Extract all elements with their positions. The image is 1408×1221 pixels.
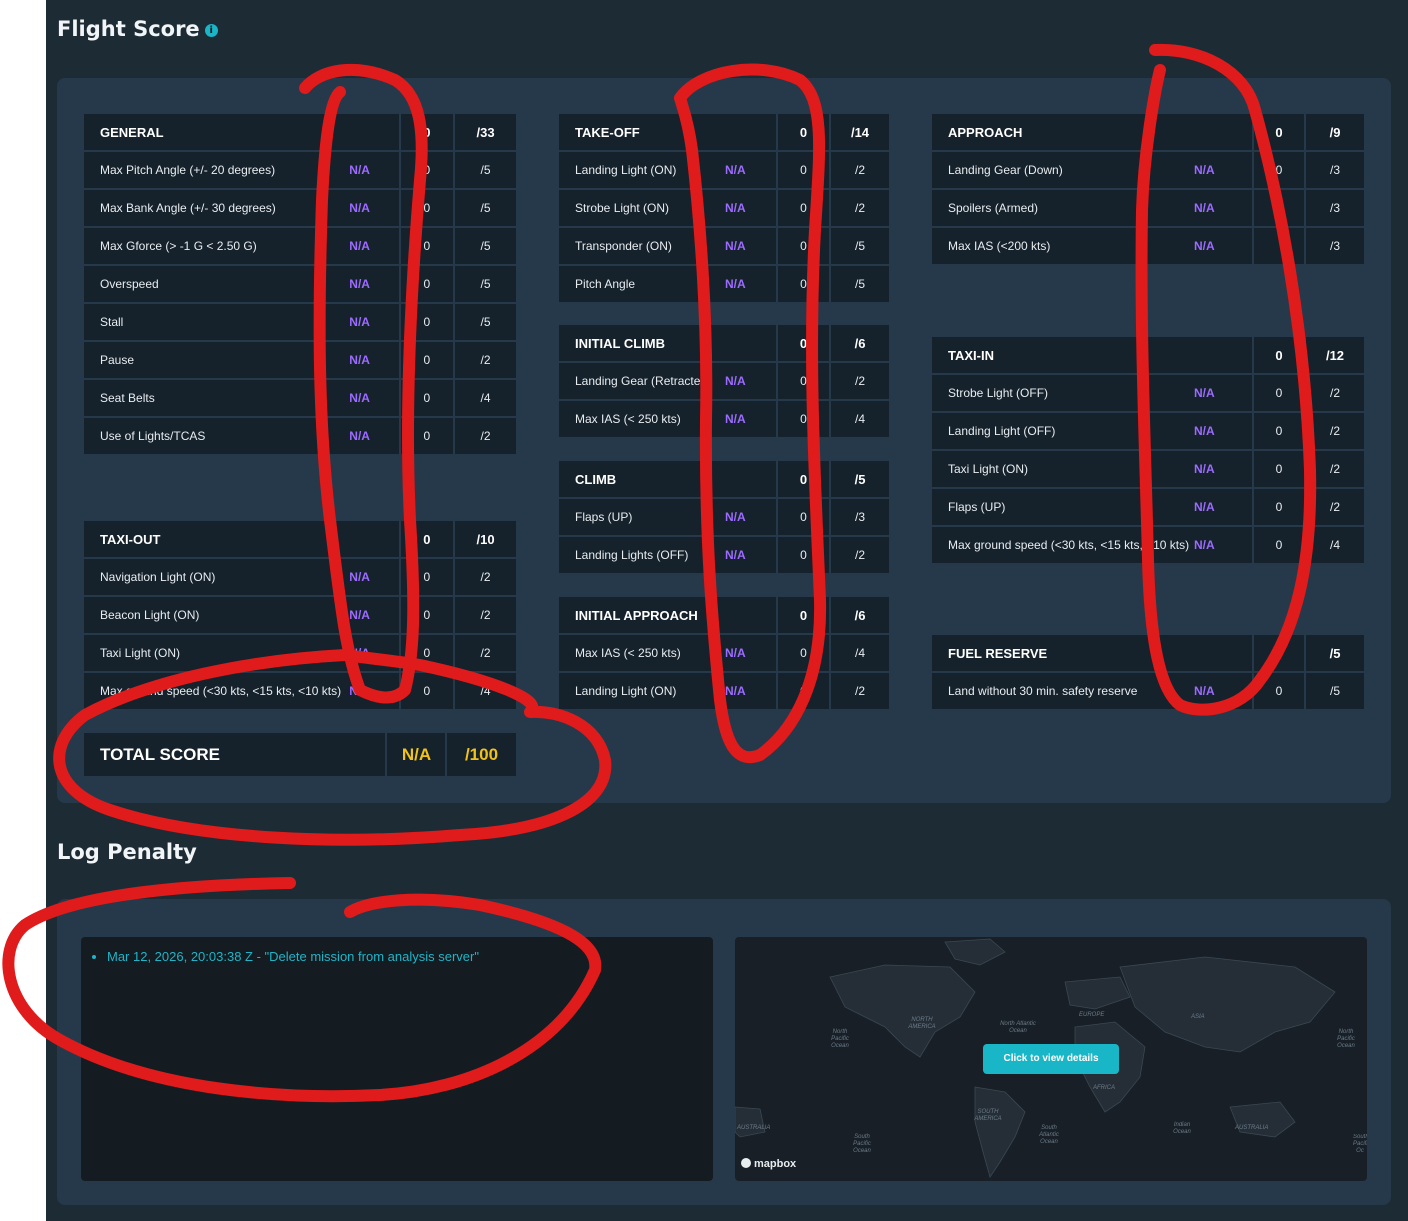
annotation-loop-left [299, 63, 428, 704]
annotation-loop-log [2, 877, 602, 1103]
annotation-loop-middle [674, 63, 827, 763]
annotation-loop-total [53, 649, 612, 846]
red-annotation-marks [2, 43, 1317, 1103]
annotation-loop-right [1135, 43, 1317, 716]
